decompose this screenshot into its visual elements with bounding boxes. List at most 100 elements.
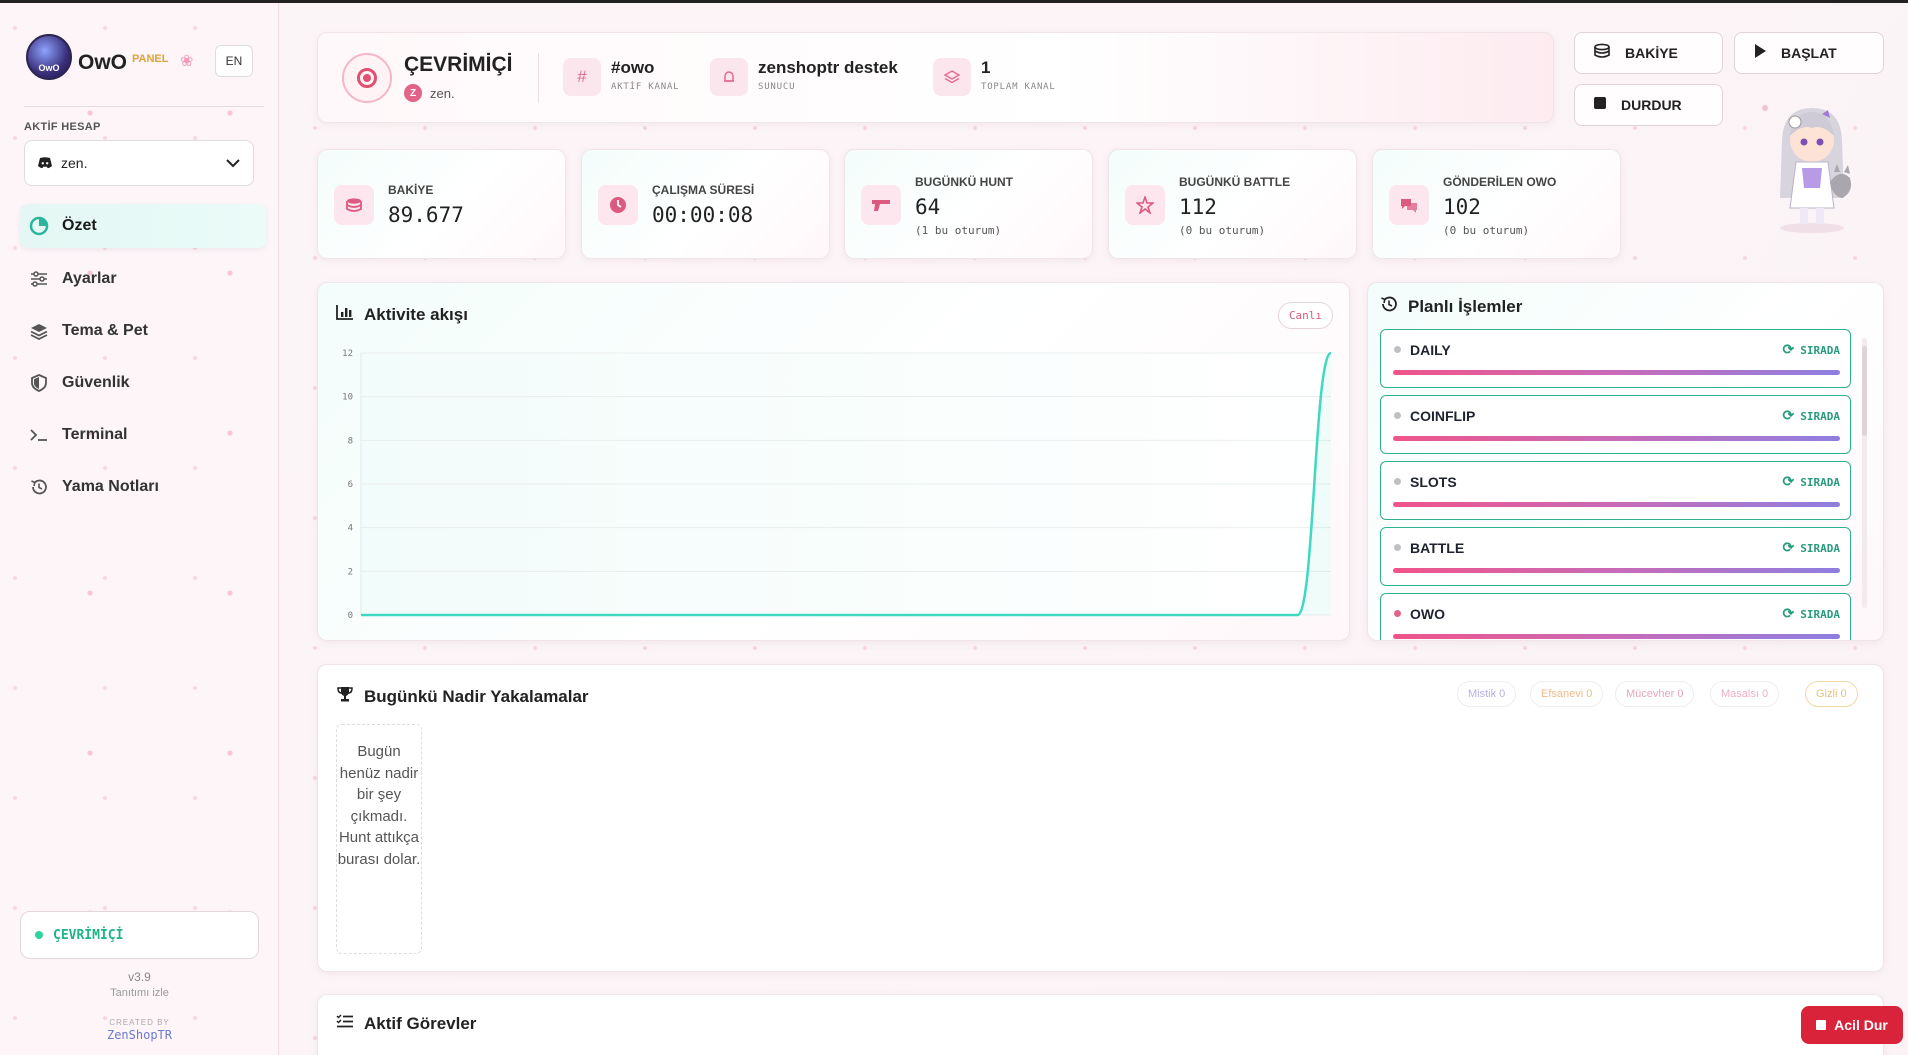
sidebar-item-guvenlik[interactable]: Güvenlik — [20, 361, 266, 405]
badge-mistik: Mistik 0 — [1457, 681, 1517, 707]
badge-mucevher: Mücevher 0 — [1615, 681, 1695, 707]
creator-link[interactable]: ZenShopTR — [0, 1028, 279, 1042]
balance-button[interactable]: BAKİYE — [1574, 32, 1723, 74]
active-tasks-card: Aktif Görevler — [317, 994, 1884, 1055]
stat-card-hunt: BUGÜNKÜ HUNT 64 (1 bu oturum) — [844, 149, 1093, 259]
stat-label: BUGÜNKÜ BATTLE — [1179, 175, 1291, 189]
pie-chart-icon — [28, 215, 50, 237]
status-dot — [35, 931, 43, 939]
scheduled-item-status: ⟳ SIRADA — [1782, 606, 1840, 622]
sidebar-item-label: Terminal — [62, 426, 128, 443]
sidebar-divider — [24, 106, 264, 107]
scheduled-item-owo[interactable]: OWO ⟳ SIRADA — [1380, 593, 1851, 640]
scheduled-item-battle[interactable]: BATTLE ⟳ SIRADA — [1380, 527, 1851, 586]
sidebar-item-ayarlar[interactable]: Ayarlar — [20, 257, 266, 301]
gun-icon — [861, 185, 901, 225]
layers-icon — [28, 320, 50, 342]
bell-icon — [710, 58, 748, 96]
owo-logo: OwO — [26, 34, 72, 80]
refresh-icon: ⟳ — [1782, 408, 1795, 424]
activity-chart-card: Aktivite akışı Canlı 0 2 4 6 8 10 12 — [317, 282, 1350, 641]
scheduled-item-coinflip[interactable]: COINFLIP ⟳ SIRADA — [1380, 395, 1851, 454]
scheduled-item-daily[interactable]: DAILY ⟳ SIRADA — [1380, 329, 1851, 388]
account-label: AKTİF HESAP — [24, 121, 101, 133]
sidebar-item-tema-pet[interactable]: Tema & Pet — [20, 309, 266, 353]
account-select[interactable]: zen. — [24, 140, 254, 186]
scheduled-item-progress — [1393, 568, 1840, 573]
scheduled-title: Planlı İşlemler — [1408, 296, 1523, 316]
stat-label: GÖNDERİLEN OWO — [1443, 175, 1557, 189]
scheduled-item-progress — [1393, 502, 1840, 507]
status-divider — [538, 53, 539, 103]
chart-y-tick-label: 2 — [348, 567, 353, 577]
stat-label: BAKİYE — [388, 183, 434, 197]
start-button[interactable]: BAŞLAT — [1734, 32, 1884, 74]
stat-value: 102 — [1443, 195, 1481, 219]
sidebar-item-ozet[interactable]: Özet — [20, 204, 266, 248]
bot-user: Z zen. — [404, 84, 455, 102]
stat-label: BUGÜNKÜ HUNT — [915, 175, 1013, 189]
stat-label: ÇALIŞMA SÜRESİ — [652, 183, 755, 197]
refresh-icon: ⟳ — [1782, 474, 1795, 490]
user-avatar: Z — [404, 84, 422, 102]
active-tasks-title: Aktif Görevler — [364, 1013, 477, 1033]
item-status-dot — [1394, 346, 1401, 353]
emergency-stop-button[interactable]: Acil Dur — [1801, 1006, 1903, 1044]
refresh-icon: ⟳ — [1782, 540, 1795, 556]
stop-icon — [1816, 1020, 1827, 1030]
stat-card-uptime: ÇALIŞMA SÜRESİ 00:00:08 — [581, 149, 830, 259]
scheduled-scrollbar[interactable] — [1862, 338, 1867, 608]
scheduled-item-name: DAILY — [1410, 342, 1451, 358]
chart-y-tick-label: 0 — [348, 611, 353, 621]
rare-catches-title: Bugünkü Nadir Yakalamalar — [364, 686, 589, 706]
discord-icon — [38, 157, 52, 169]
bot-status-title: ÇEVRİMİÇİ — [404, 53, 513, 76]
stat-subvalue: (1 bu oturum) — [915, 224, 1002, 237]
tour-link[interactable]: Tanıtımı izle — [0, 987, 279, 999]
rare-catches-card: Bugünkü Nadir Yakalamalar Mistik 0 Efsan… — [317, 664, 1884, 972]
server-value: zenshoptr destek — [758, 58, 898, 77]
total-channels-value: 1 — [981, 58, 991, 77]
created-by-label: CREATED BY — [109, 1018, 170, 1027]
stat-card-owo: GÖNDERİLEN OWO 102 (0 bu oturum) — [1372, 149, 1621, 259]
blossom-icon: ❀ — [180, 53, 194, 70]
history-icon — [28, 476, 50, 498]
stop-button[interactable]: DURDUR — [1574, 84, 1723, 126]
chart-y-tick-label: 8 — [348, 436, 353, 446]
active-channel: # #owo AKTİF KANAL — [563, 58, 679, 96]
server-label: SUNUCU — [758, 82, 796, 92]
stop-icon — [1593, 96, 1607, 114]
history-icon — [1380, 295, 1398, 318]
stack-icon — [933, 58, 971, 96]
sidebar-item-label: Özet — [62, 217, 97, 234]
chat-icon — [1389, 185, 1429, 225]
stat-subvalue: (0 bu oturum) — [1179, 224, 1266, 237]
sidebar-item-yama-notlari[interactable]: Yama Notları — [20, 465, 266, 509]
scheduled-item-name: SLOTS — [1410, 474, 1457, 490]
connection-status-text: ÇEVRİMİÇİ — [53, 927, 124, 943]
connection-status: ÇEVRİMİÇİ — [20, 911, 259, 959]
rare-empty-state: Bugün henüz nadir bir şey çıkmadı. Hunt … — [336, 724, 422, 954]
coins-icon — [334, 185, 374, 225]
scheduled-item-progress — [1393, 370, 1840, 375]
coins-icon — [1593, 43, 1611, 63]
battle-icon — [1125, 185, 1165, 225]
chevron-down-icon — [226, 159, 240, 168]
record-icon — [342, 53, 392, 103]
scheduled-item-status: ⟳ SIRADA — [1782, 474, 1840, 490]
sliders-icon — [28, 268, 50, 290]
balance-button-label: BAKİYE — [1625, 45, 1678, 61]
scheduled-item-status: ⟳ SIRADA — [1782, 408, 1840, 424]
scheduled-item-slots[interactable]: SLOTS ⟳ SIRADA — [1380, 461, 1851, 520]
clock-icon — [598, 185, 638, 225]
active-tasks-header: Aktif Görevler — [336, 1013, 476, 1034]
sidebar-item-terminal[interactable]: Terminal — [20, 413, 266, 457]
shield-icon — [28, 372, 50, 394]
scheduled-item-status: ⟳ SIRADA — [1782, 342, 1840, 358]
item-status-dot — [1394, 544, 1401, 551]
pet-mascot-image — [1780, 108, 1851, 233]
stat-value: 89.677 — [388, 203, 464, 227]
badge-efsanevi: Efsanevi 0 — [1530, 681, 1604, 707]
scheduled-item-status: ⟳ SIRADA — [1782, 540, 1840, 556]
language-button[interactable]: EN — [215, 45, 253, 77]
